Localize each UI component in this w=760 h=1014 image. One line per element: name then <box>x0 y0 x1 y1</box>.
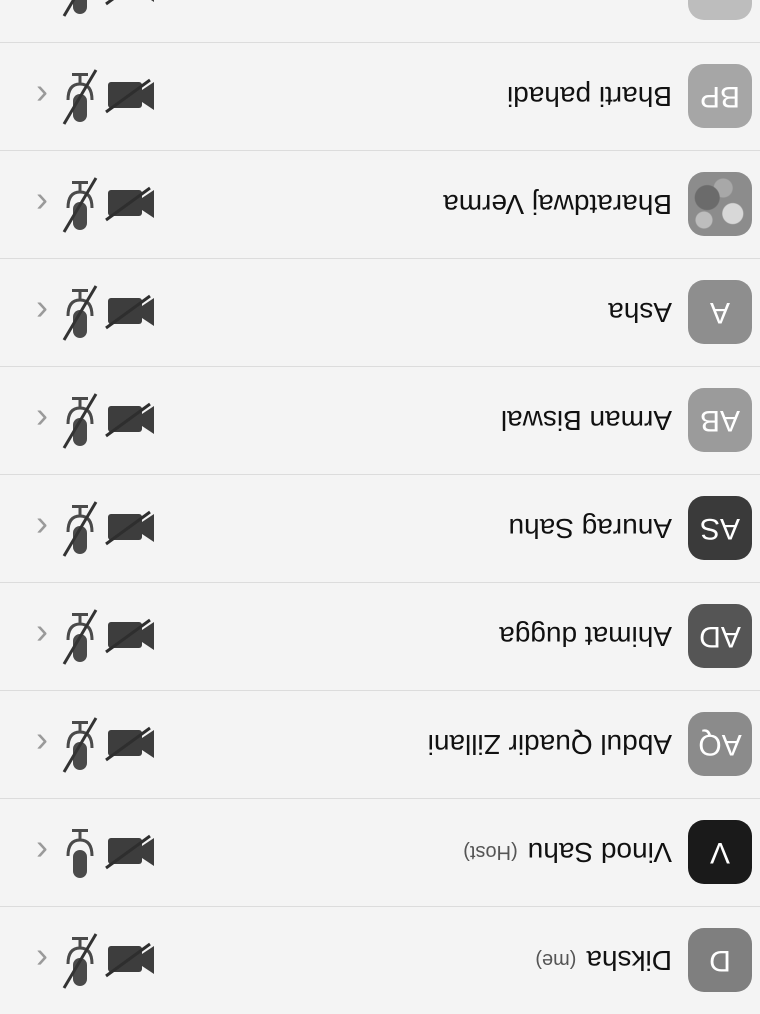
avatar: AB <box>688 388 752 452</box>
participant-name: Arman Biswal <box>501 366 672 474</box>
participant-name: Anurag Sahu <box>509 474 672 582</box>
chevron-right-icon[interactable]: ‹ <box>36 42 48 150</box>
chevron-right-icon[interactable]: ‹ <box>36 258 48 366</box>
participant-row[interactable]: A Asha ‹ <box>0 258 760 366</box>
avatar: BP <box>688 64 752 128</box>
avatar: AD <box>688 604 752 668</box>
participant-row[interactable]: V Vinod Sahu (Host) ‹ <box>0 798 760 906</box>
chevron-right-icon[interactable]: ‹ <box>36 474 48 582</box>
video-camera-off-icon <box>100 186 156 222</box>
participant-name: Diksha (me) <box>535 906 672 1014</box>
participant-row[interactable]: AS Anurag Sahu ‹ <box>0 474 760 582</box>
microphone-muted-icon <box>60 928 100 992</box>
chevron-right-icon[interactable]: ‹ <box>36 906 48 1014</box>
avatar <box>688 172 752 236</box>
video-camera-off-icon <box>100 726 156 762</box>
participant-row[interactable]: AD Ahimat dugga ‹ <box>0 582 760 690</box>
video-camera-off-icon <box>100 834 156 870</box>
participant-name-text: Vinod Sahu <box>527 837 672 868</box>
video-camera-off-icon <box>100 294 156 330</box>
participant-name-text: Bharatdwaj Verma <box>443 189 672 220</box>
microphone-muted-icon <box>60 64 100 128</box>
chevron-right-icon[interactable]: ‹ <box>36 150 48 258</box>
avatar: A <box>688 280 752 344</box>
participant-name: Bharti pahadi <box>507 42 672 150</box>
microphone-muted-icon <box>60 0 100 20</box>
avatar: AS <box>688 496 752 560</box>
participant-name: Bharatdwaj Verma <box>443 150 672 258</box>
microphone-muted-icon <box>60 172 100 236</box>
video-camera-off-icon <box>100 618 156 654</box>
participant-name-text: Asha <box>608 297 672 328</box>
avatar: AQ <box>688 712 752 776</box>
participant-role-tag: (Host) <box>463 841 518 864</box>
microphone-muted-icon <box>60 604 100 668</box>
participant-row[interactable]: BP Bharti pahadi ‹ <box>0 42 760 150</box>
participant-name: Bharti ratre <box>534 0 673 42</box>
avatar: D <box>688 928 752 992</box>
chevron-right-icon[interactable]: ‹ <box>36 582 48 690</box>
microphone-muted-icon <box>60 496 100 560</box>
participant-name-text: Abdul Quadir Zillani <box>427 729 672 760</box>
chevron-right-icon[interactable]: ‹ <box>36 798 48 906</box>
chevron-right-icon[interactable]: ‹ <box>36 0 48 42</box>
participant-role-tag: (me) <box>535 949 577 972</box>
participant-name-text: Bharti pahadi <box>506 81 672 112</box>
microphone-muted-icon <box>60 712 100 776</box>
participant-row[interactable]: AQ Abdul Quadir Zillani ‹ <box>0 690 760 798</box>
participant-name: Abdul Quadir Zillani <box>428 690 672 798</box>
chevron-right-icon[interactable]: ‹ <box>36 690 48 798</box>
participant-name-text: Anurag Sahu <box>508 513 672 544</box>
chevron-right-icon[interactable]: ‹ <box>36 366 48 474</box>
participant-name-text: Arman Biswal <box>500 405 672 436</box>
video-camera-off-icon <box>100 0 156 6</box>
video-camera-off-icon <box>100 942 156 978</box>
microphone-muted-icon <box>60 388 100 452</box>
microphone-icon <box>60 820 100 884</box>
participants-list: D Diksha (me) ‹ V Vinod Sahu (Host) ‹ AQ Abdul … <box>0 0 760 1014</box>
participant-row[interactable]: BR Bharti ratre ‹ <box>0 0 760 42</box>
avatar: BR <box>688 0 752 20</box>
participant-name: Ahimat dugga <box>499 582 672 690</box>
participant-name-text: Bharti ratre <box>534 0 673 4</box>
participant-row[interactable]: Bharatdwaj Verma ‹ <box>0 150 760 258</box>
participant-row[interactable]: AB Arman Biswal ‹ <box>0 366 760 474</box>
microphone-muted-icon <box>60 280 100 344</box>
participant-name-text: Diksha <box>586 945 672 976</box>
video-camera-off-icon <box>100 510 156 546</box>
participant-row[interactable]: D Diksha (me) ‹ <box>0 906 760 1014</box>
avatar: V <box>688 820 752 884</box>
video-camera-off-icon <box>100 78 156 114</box>
participant-name: Vinod Sahu (Host) <box>463 798 672 906</box>
participant-name-text: Ahimat dugga <box>499 621 672 652</box>
video-camera-off-icon <box>100 402 156 438</box>
participant-name: Asha <box>608 258 672 366</box>
